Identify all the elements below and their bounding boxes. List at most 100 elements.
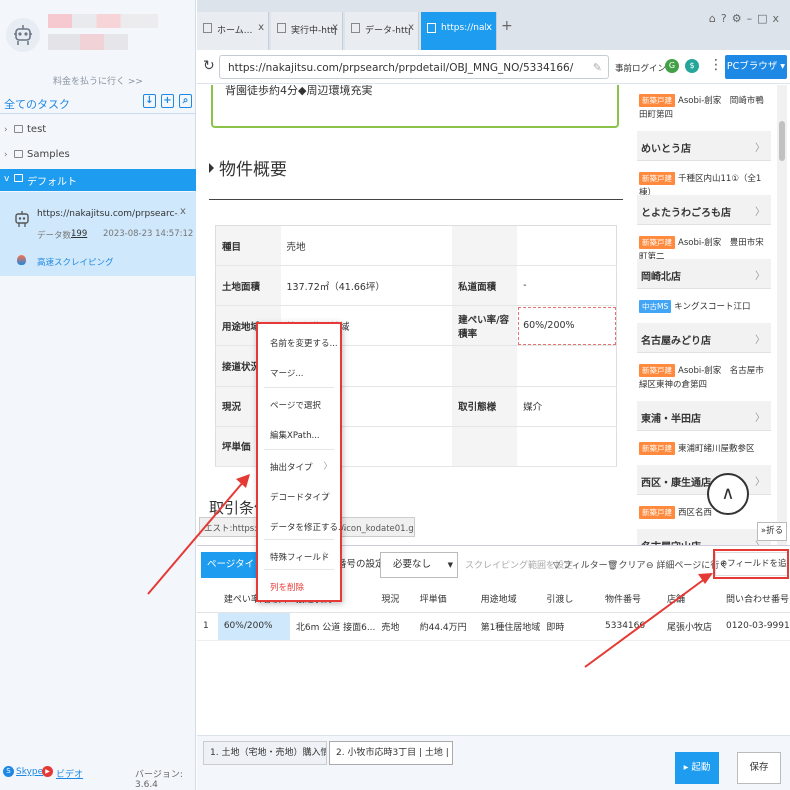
property-value-cell[interactable] — [517, 225, 617, 267]
property-header-cell[interactable]: 土地面積 — [215, 265, 281, 307]
table-cell[interactable]: 約44.4万円 — [413, 612, 475, 641]
workflow-tab-2[interactable]: 2. 小牧市応時3丁目 | 土地 | 戸建... — [329, 741, 453, 765]
collapse-button[interactable]: »折る — [757, 522, 787, 541]
context-menu-item[interactable]: 編集XPath... — [258, 420, 340, 450]
column-header[interactable]: 店舗 — [661, 586, 720, 613]
context-menu-item[interactable]: デコードタイプ〉 — [258, 482, 340, 512]
shop-header[interactable]: 西区・康生通店 〉 — [637, 465, 771, 495]
account-icon[interactable]: $ — [685, 59, 699, 73]
column-header[interactable]: 現況 — [375, 586, 414, 613]
table-cell[interactable]: 0120-03-9991 — [719, 612, 790, 641]
close-tab-icon[interactable]: x — [258, 22, 264, 33]
avatar[interactable] — [6, 18, 40, 52]
table-cell[interactable]: 第1種住居地域 — [474, 612, 541, 641]
shop-header[interactable]: めいとう店 〉 — [637, 131, 771, 161]
property-header-cell[interactable]: 種目 — [215, 225, 281, 267]
context-menu-item[interactable]: 列を削除 — [258, 572, 340, 602]
table-row[interactable]: 1 60%/200% 北6m 公道 接面6... 売地 約44.4万円 第1種住居地域 即時… — [197, 612, 790, 641]
shop-listing[interactable]: 中古MS キングスコート江口 — [637, 291, 771, 323]
context-menu-item[interactable]: データを修正する... — [258, 512, 346, 542]
video-link[interactable]: ビデオ — [56, 767, 83, 780]
close-task-icon[interactable]: x — [180, 206, 186, 217]
close-tab-icon[interactable]: x — [408, 22, 414, 33]
save-button[interactable]: 保存 — [737, 752, 781, 784]
property-value-cell[interactable] — [517, 426, 617, 468]
context-menu-item[interactable]: 抽出タイプ〉 — [258, 452, 340, 482]
property-header-cell[interactable] — [452, 345, 518, 387]
column-header[interactable]: 坪単価 — [413, 586, 475, 613]
tab-active-page[interactable]: https://naka... x — [421, 12, 497, 50]
clear-button[interactable]: 🗑クリア — [607, 558, 645, 571]
table-cell[interactable]: 60%/200% — [217, 612, 290, 641]
property-value-cell[interactable]: 137.72㎡（41.66坪） — [280, 265, 453, 307]
extension-icon[interactable]: G — [665, 59, 679, 73]
shop-listing[interactable]: 新築戸建 Asobi-創家 名古屋市緑区東神の倉第四 — [637, 355, 771, 401]
shop-listing[interactable]: 新築戸建 東浦町緒川屋敷参区 — [637, 433, 771, 465]
table-cell[interactable]: 5334166 — [599, 612, 661, 641]
fast-scrape-link[interactable]: 高速スクレイピング — [37, 256, 114, 268]
tab-running[interactable]: 実行中-http... x — [271, 12, 343, 50]
property-header-cell[interactable] — [452, 426, 518, 468]
table-cell[interactable]: 北6m 公道 接面6... — [289, 612, 376, 641]
property-value-cell[interactable]: - — [517, 265, 617, 307]
new-tab-icon[interactable]: + — [501, 18, 513, 34]
shop-listing[interactable]: 新築戸建 西区名西 — [637, 497, 771, 529]
task-card[interactable]: https://nakajitsu.com/prpsearc-スクレイピン...… — [0, 192, 196, 276]
tree-item-test[interactable]: › test — [0, 120, 196, 142]
workflow-tab-1[interactable]: 1. 土地（宅地・売地）購入情報【... — [203, 741, 327, 765]
start-button[interactable]: ▸ 起動 — [675, 752, 719, 784]
close-tab-icon[interactable]: x — [486, 22, 492, 33]
scrollbar-thumb[interactable] — [779, 121, 785, 161]
property-value-cell[interactable]: 売地 — [280, 225, 453, 267]
skype-link[interactable]: Skype — [16, 767, 43, 777]
skype-icon[interactable]: S — [3, 766, 14, 777]
table-cell[interactable]: 1 — [197, 612, 218, 641]
pay-link[interactable]: 料金を払うに行く >> — [0, 74, 196, 87]
window-controls[interactable]: ⌂?⚙–□x — [709, 12, 784, 25]
shop-listing[interactable]: 新築戸建 Asobi-創家 岡崎市鴨田町第四 — [637, 85, 771, 131]
data-count[interactable]: 199 — [71, 229, 87, 239]
shop-header[interactable]: とよたうわごろも店 〉 — [637, 195, 771, 225]
shop-header[interactable]: 岡崎北店 〉 — [637, 259, 771, 289]
context-menu-item[interactable]: 名前を変更する... — [258, 328, 340, 358]
property-header-cell[interactable]: 取引態様 — [452, 386, 518, 427]
property-value-cell[interactable]: 60%/200% — [517, 305, 617, 347]
filter-button[interactable]: ▽ フィルター — [553, 558, 608, 571]
new-task-icon[interactable]: + — [161, 94, 174, 108]
reload-icon[interactable]: ↻ — [203, 58, 215, 74]
property-header-cell[interactable]: 私道面積 — [452, 265, 518, 307]
edit-pen-icon[interactable]: ✎ — [593, 61, 602, 74]
video-icon[interactable]: ▶ — [42, 766, 53, 777]
tab-data[interactable]: データ-http... x — [345, 12, 419, 50]
shop-listing[interactable]: 新築戸建 Asobi-創家 豊田市宋町第二 — [637, 227, 771, 262]
column-header[interactable]: 引渡し — [540, 586, 600, 613]
page-type-button[interactable]: ページタイプ — [201, 552, 257, 596]
tab-home[interactable]: ホーム... x — [197, 12, 269, 50]
scroll-top-button[interactable]: ∧ — [707, 473, 749, 515]
shop-header[interactable]: 名古屋みどり店 〉 — [637, 323, 771, 353]
column-header[interactable]: 問い合わせ番号 — [719, 586, 790, 613]
shop-listing[interactable]: 新築戸建 千種区内山11①（全1棟） — [637, 163, 771, 198]
table-cell[interactable]: 即時 — [540, 612, 600, 641]
pc-browser-dropdown[interactable]: PCブラウザ ▾ — [725, 55, 787, 79]
column-header[interactable]: 物件番号 — [599, 586, 661, 613]
more-icon[interactable]: ⋮ — [709, 57, 723, 73]
property-value-cell[interactable]: 媒介 — [517, 386, 617, 427]
property-header-cell[interactable] — [452, 225, 518, 267]
column-header[interactable]: 用途地域 — [474, 586, 541, 613]
tree-item-default[interactable]: v デフォルト — [0, 169, 196, 191]
property-value-cell[interactable] — [517, 345, 617, 387]
url-input[interactable]: https://nakajitsu.com/prpsearch/prpdetai… — [219, 55, 609, 79]
shop-header[interactable]: 東浦・半田店 〉 — [637, 401, 771, 431]
context-menu-item[interactable]: 特殊フィールド〉 — [258, 542, 340, 572]
search-task-icon[interactable]: ⌕ — [179, 94, 192, 108]
table-cell[interactable]: 売地 — [375, 612, 414, 641]
number-setting-select[interactable]: 必要なし ▼ — [380, 552, 458, 578]
close-tab-icon[interactable]: x — [332, 22, 338, 33]
shop-header[interactable]: 名古屋守山店〉 — [637, 529, 771, 545]
table-cell[interactable]: 尾張小牧店 — [661, 612, 720, 641]
import-task-icon[interactable]: ↓ — [143, 94, 156, 108]
context-menu-item[interactable]: ページで選択 — [258, 390, 340, 420]
column-header[interactable] — [197, 586, 218, 613]
tree-item-samples[interactable]: › Samples — [0, 145, 196, 167]
